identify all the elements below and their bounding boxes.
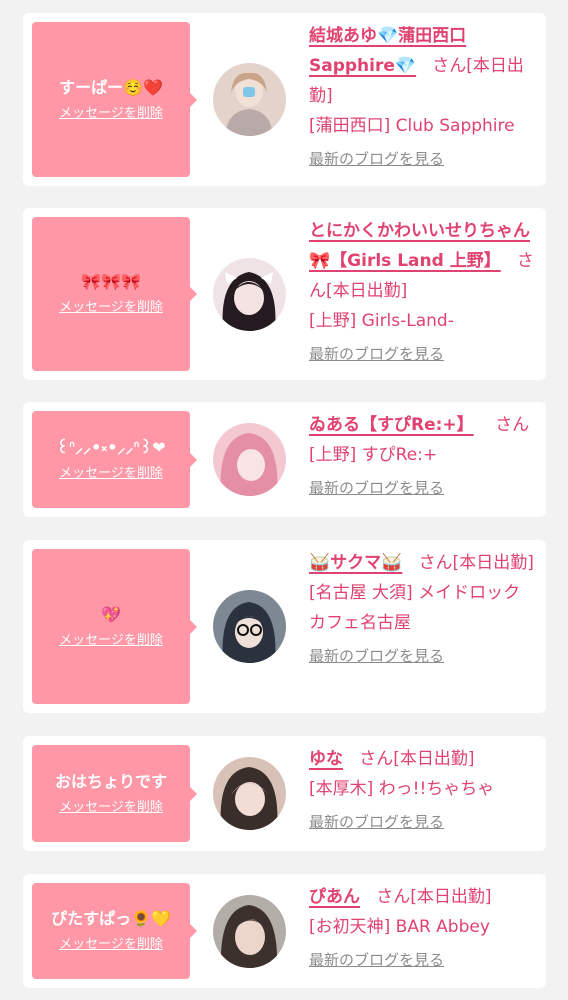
member-info: ゆな さん[本日出勤] [本厚木] わっ!!ちゃちゃ 最新のブログを見る — [309, 744, 536, 834]
latest-blog-link[interactable]: 最新のブログを見る — [309, 644, 444, 668]
avatar-image — [213, 895, 286, 968]
message-card: すーぱー☺️❤️ メッセージを削除 結城あゆ💎蒲田西口Sapphire💎 さん[… — [23, 13, 546, 186]
member-name-link[interactable]: とにかくかわいいせりちゃん🎀【Girls Land 上野】 — [309, 221, 530, 271]
avatar[interactable] — [213, 423, 286, 496]
member-name-link[interactable]: ゐある【すぴRe:+】 — [309, 415, 474, 435]
latest-blog-link[interactable]: 最新のブログを見る — [309, 948, 444, 972]
avatar-image — [213, 590, 286, 663]
message-bubble: ぴたすぱっ🌻💛 メッセージを削除 — [32, 883, 197, 979]
member-name-link[interactable]: ゆな — [309, 749, 343, 769]
avatar-image — [213, 757, 286, 830]
message-text: ꒰ᐢ⸝⸝•༝•⸝⸝ᐢ꒱❤ — [56, 437, 166, 457]
message-text: おはちょりです — [54, 771, 167, 791]
message-text: 💖 — [101, 604, 121, 624]
member-status: さん — [495, 415, 530, 435]
member-info: ぴあん さん[本日出勤] [お初天神] BAR Abbey 最新のブログを見る — [309, 882, 536, 972]
shop-name: [本厚木] わっ!!ちゃちゃ — [309, 779, 495, 799]
message-card: おはちょりです メッセージを削除 ゆな さん[本日出勤] [本厚木] わっ!!ち… — [23, 736, 546, 851]
member-status: さん[本日出勤] — [418, 553, 534, 573]
avatar[interactable] — [213, 258, 286, 331]
member-info: ゐある【すぴRe:+】 さん [上野] すぴRe:+ 最新のブログを見る — [309, 410, 536, 500]
latest-blog-link[interactable]: 最新のブログを見る — [309, 476, 444, 500]
delete-message-link[interactable]: メッセージを削除 — [59, 299, 163, 317]
message-card: 💖 メッセージを削除 🥁サクマ🥁 さん[本日出勤] [名古屋 大須] メイドロッ… — [23, 540, 546, 713]
member-status: さん[本日出勤] — [376, 887, 492, 907]
member-name-link[interactable]: 🥁サクマ🥁 — [309, 553, 402, 573]
delete-message-link[interactable]: メッセージを削除 — [59, 105, 163, 123]
message-bubble: 🎀🎀🎀 メッセージを削除 — [32, 217, 197, 371]
member-info: 結城あゆ💎蒲田西口Sapphire💎 さん[本日出勤] [蒲田西口] Club … — [309, 21, 536, 171]
delete-message-link[interactable]: メッセージを削除 — [59, 632, 163, 650]
latest-blog-link[interactable]: 最新のブログを見る — [309, 810, 444, 834]
latest-blog-link[interactable]: 最新のブログを見る — [309, 147, 444, 171]
avatar[interactable] — [213, 590, 286, 663]
delete-message-link[interactable]: メッセージを削除 — [59, 799, 163, 817]
shop-name: [お初天神] BAR Abbey — [309, 917, 490, 937]
shop-name: [蒲田西口] Club Sapphire — [309, 116, 515, 136]
avatar[interactable] — [213, 63, 286, 136]
avatar[interactable] — [213, 757, 286, 830]
message-text: ぴたすぱっ🌻💛 — [51, 909, 171, 928]
avatar[interactable] — [213, 895, 286, 968]
message-text: すーぱー☺️❤️ — [59, 77, 163, 97]
message-bubble: おはちょりです メッセージを削除 — [32, 745, 197, 842]
delete-message-link[interactable]: メッセージを削除 — [59, 465, 163, 483]
shop-name: [上野] すぴRe:+ — [309, 445, 438, 465]
message-card: 🎀🎀🎀 メッセージを削除 とにかくかわいいせりちゃん🎀【Girls Land 上… — [23, 208, 546, 380]
message-bubble: すーぱー☺️❤️ メッセージを削除 — [32, 22, 197, 177]
shop-name: [上野] Girls-Land- — [309, 311, 454, 331]
shop-name: [名古屋 大須] メイドロックカフェ名古屋 — [309, 583, 521, 633]
message-card: ꒰ᐢ⸝⸝•༝•⸝⸝ᐢ꒱❤ メッセージを削除 ゐある【すぴRe:+】 さん [上野… — [23, 402, 546, 517]
delete-message-link[interactable]: メッセージを削除 — [59, 936, 163, 954]
avatar-image — [213, 423, 286, 496]
member-info: とにかくかわいいせりちゃん🎀【Girls Land 上野】 さん[本日出勤] [… — [309, 216, 536, 366]
message-text: 🎀🎀🎀 — [81, 272, 141, 291]
member-name-link[interactable]: ぴあん — [309, 887, 360, 907]
message-card: ぴたすぱっ🌻💛 メッセージを削除 ぴあん さん[本日出勤] [お初天神] BAR… — [23, 874, 546, 988]
avatar-image — [213, 63, 286, 136]
latest-blog-link[interactable]: 最新のブログを見る — [309, 342, 444, 366]
member-status: さん[本日出勤] — [359, 749, 475, 769]
message-bubble: ꒰ᐢ⸝⸝•༝•⸝⸝ᐢ꒱❤ メッセージを削除 — [32, 411, 197, 508]
message-bubble: 💖 メッセージを削除 — [32, 549, 197, 704]
avatar-image — [213, 258, 286, 331]
member-info: 🥁サクマ🥁 さん[本日出勤] [名古屋 大須] メイドロックカフェ名古屋 最新の… — [309, 548, 536, 668]
